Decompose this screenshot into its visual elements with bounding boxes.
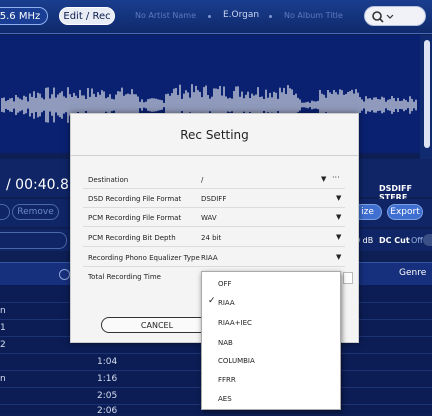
more-icon[interactable]: ··· bbox=[332, 173, 340, 182]
artist-field[interactable]: No Artist Name bbox=[135, 11, 196, 20]
dialog-title: Rec Setting bbox=[180, 128, 249, 142]
dsd-format-label: DSD Recording File Format bbox=[88, 195, 182, 203]
menu-item-nab[interactable]: NAB bbox=[218, 339, 233, 347]
search-icon bbox=[372, 11, 394, 23]
sort-icon[interactable] bbox=[59, 269, 70, 280]
list-item-name[interactable]: 2 bbox=[0, 340, 6, 350]
phono-eq-dropdown-icon[interactable]: ▼ bbox=[336, 253, 341, 261]
search-field[interactable] bbox=[364, 6, 426, 26]
phono-eq-dropdown-menu: ✓ OFF RIAA RIAA+IEC NAB COLUMBIA FFRR AE… bbox=[201, 271, 341, 410]
remove-button[interactable]: Remove bbox=[12, 204, 59, 220]
menu-item-columbia[interactable]: COLUMBIA bbox=[218, 357, 255, 365]
dc-cut-label: DC Cut bbox=[379, 236, 410, 245]
scrollbar-thumb[interactable] bbox=[424, 40, 430, 148]
dsd-format-dropdown-icon[interactable]: ▼ bbox=[336, 194, 341, 202]
export-button[interactable]: Export bbox=[387, 204, 423, 220]
menu-item-riaa-iec[interactable]: RIAA+IEC bbox=[218, 319, 252, 327]
row-divider bbox=[83, 207, 345, 208]
checkmark-icon: ✓ bbox=[208, 296, 216, 306]
menu-item-aes[interactable]: AES bbox=[218, 395, 232, 403]
pcm-format-dropdown-icon[interactable]: ▼ bbox=[336, 213, 341, 221]
list-item-time: 1:04 bbox=[97, 357, 118, 367]
destination-label: Destination bbox=[88, 176, 129, 184]
dc-cut-state: Off bbox=[411, 236, 423, 245]
dsd-format-value[interactable]: DSDIFF bbox=[201, 195, 226, 203]
menu-item-ffrr[interactable]: FFRR bbox=[218, 376, 236, 384]
bit-depth-label: PCM Recording Bit Depth bbox=[88, 234, 176, 242]
cancel-button[interactable]: CANCEL bbox=[101, 317, 213, 333]
edit-rec-button[interactable]: Edit / Rec bbox=[59, 7, 115, 25]
phono-eq-label: Recording Phono Equalizer Type bbox=[88, 254, 200, 262]
row-divider bbox=[83, 246, 345, 247]
name-field[interactable] bbox=[0, 232, 67, 249]
total-time-label: Total Recording Time bbox=[88, 273, 161, 281]
row-divider bbox=[83, 188, 345, 189]
list-item-time: 2:06 bbox=[97, 406, 118, 416]
pcm-format-label: PCM Recording File Format bbox=[88, 214, 182, 222]
dc-cut-toggle[interactable] bbox=[423, 234, 432, 246]
list-item-time: 2:05 bbox=[97, 391, 118, 401]
genre-field[interactable]: E.Organ bbox=[223, 10, 259, 20]
top-toolbar: 5.6 MHz Edit / Rec No Artist Name E.Orga… bbox=[0, 0, 432, 34]
list-item-name[interactable]: 1 bbox=[0, 323, 6, 333]
genre-column-header[interactable]: Genre bbox=[399, 268, 426, 278]
row-divider bbox=[83, 226, 345, 227]
phono-eq-value[interactable]: RIAA bbox=[201, 254, 218, 262]
bit-depth-value[interactable]: 24 bit bbox=[201, 234, 221, 242]
pcm-format-value[interactable]: WAV bbox=[201, 214, 217, 222]
separator-dot bbox=[208, 15, 211, 18]
bit-depth-dropdown-icon[interactable]: ▼ bbox=[336, 233, 341, 241]
menu-item-off[interactable]: OFF bbox=[218, 280, 232, 288]
title-divider bbox=[71, 155, 358, 156]
row-divider bbox=[83, 266, 345, 267]
separator-dot bbox=[269, 15, 272, 18]
list-item-time: 1:16 bbox=[97, 374, 118, 384]
album-field[interactable]: No Album Title bbox=[284, 11, 343, 20]
list-item-name[interactable]: n bbox=[0, 306, 6, 316]
sample-rate-button[interactable]: 5.6 MHz bbox=[0, 7, 48, 25]
destination-dropdown-icon[interactable]: ▼ bbox=[321, 175, 326, 183]
total-time-field[interactable] bbox=[343, 272, 353, 284]
destination-value[interactable]: / bbox=[201, 176, 203, 184]
menu-item-riaa[interactable]: RIAA bbox=[218, 299, 235, 307]
list-item-name[interactable]: n bbox=[0, 374, 6, 384]
